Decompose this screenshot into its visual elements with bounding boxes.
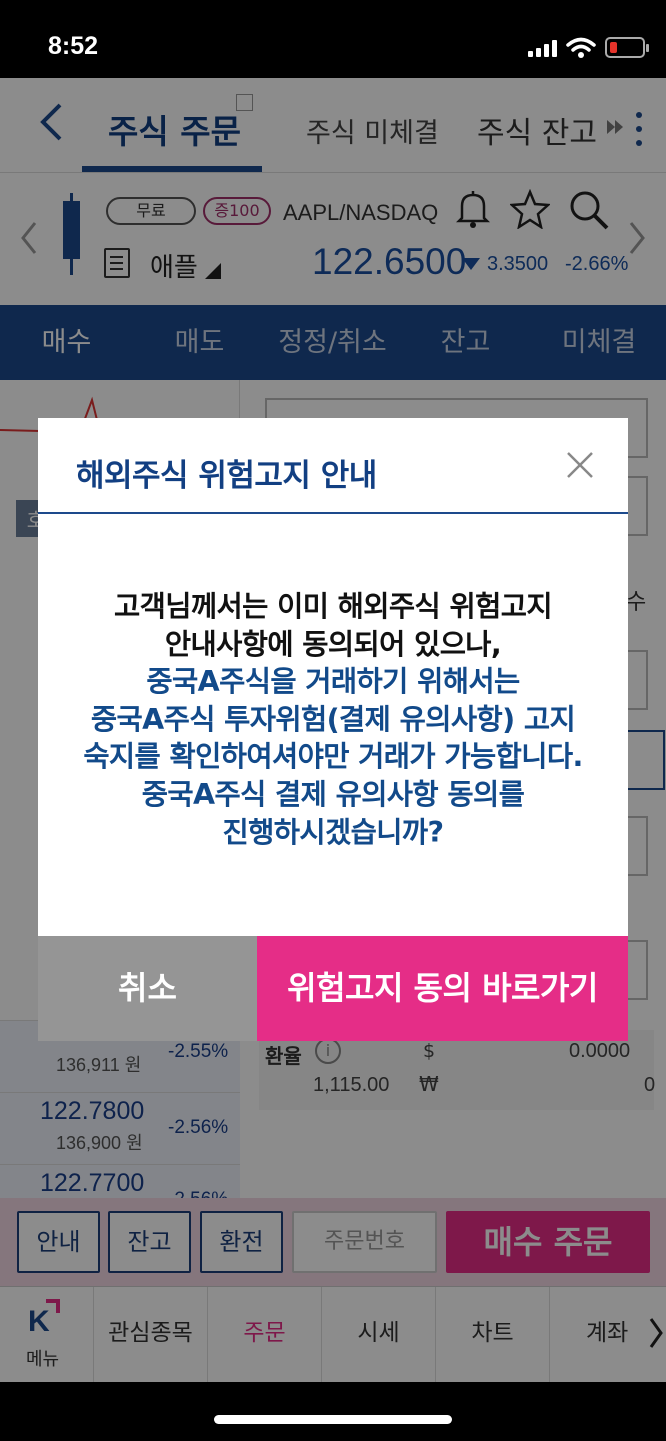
message-line: 안내사항에 동의되어 있으나, [164,627,502,661]
wifi-icon [566,37,596,58]
battery-icon [605,37,649,58]
home-indicator[interactable] [214,1415,452,1424]
message-line: 고객님께서는 이미 해외주식 위험고지 [114,590,552,623]
cellular-signal-icon [528,40,558,57]
message-line: 숙지를 확인하여셔야만 거래가 가능합니다. [83,740,583,774]
status-time: 8:52 [48,32,99,60]
dialog-title: 해외주식 위험고지 안내 [76,458,377,494]
agree-risk-notice-button[interactable]: 위험고지 동의 바로가기 [257,936,628,1041]
risk-notice-dialog: 해외주식 위험고지 안내 고객님께서는 이미 해외주식 위험고지 안내사항에 동… [38,418,628,1041]
status-bar: 8:52 [0,0,666,78]
message-line: 중국A주식 결제 유의사항 동의를 [141,777,525,811]
close-icon[interactable] [563,448,597,482]
dialog-message: 고객님께서는 이미 해외주식 위험고지 안내사항에 동의되어 있으나, 중국A주… [38,588,628,851]
message-line: 중국A주식 투자위험(결제 유의사항) 고지 [90,702,576,736]
cancel-button[interactable]: 취소 [38,936,257,1041]
dialog-divider [38,512,628,514]
message-line: 중국A주식을 거래하기 위해서는 [146,665,520,699]
message-line: 진행하시겠습니까? [222,815,445,849]
